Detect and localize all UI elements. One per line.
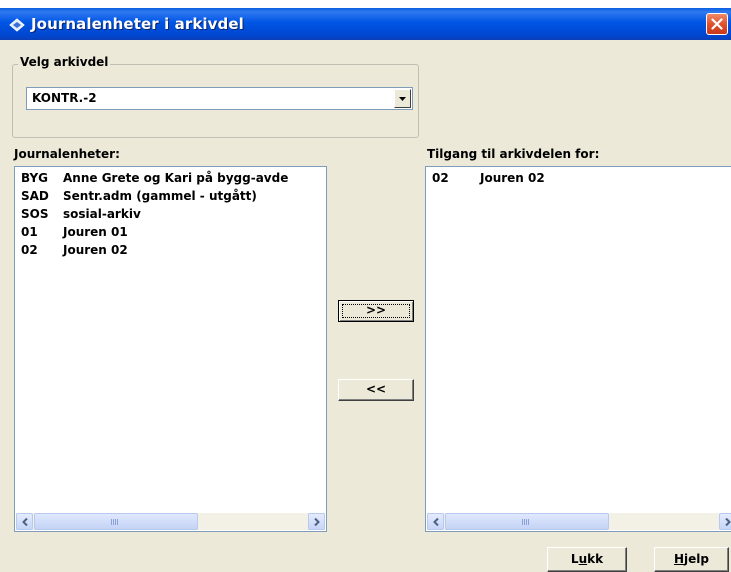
scroll-right-icon: [725, 518, 731, 526]
dialog-window: Journalenheter i arkivdel Velg arkivdel …: [0, 8, 731, 572]
help-button[interactable]: Hjelp: [654, 547, 729, 572]
item-code: SAD: [21, 189, 49, 203]
journal-units-list[interactable]: BYG Anne Grete og Kari på bygg-avde SAD Se…: [14, 166, 327, 532]
app-icon: [9, 17, 25, 32]
close-label-rest: kk: [587, 552, 604, 566]
close-button[interactable]: [706, 13, 728, 35]
item-code: SOS: [21, 207, 49, 221]
archive-group-legend: Velg arkivdel: [18, 55, 111, 69]
close-dialog-button[interactable]: Lukk: [547, 547, 627, 572]
horizontal-scrollbar[interactable]: [427, 513, 731, 530]
remove-button-label: <<: [365, 382, 387, 396]
item-name: Sentr.adm (gammel - utgått): [63, 189, 257, 203]
scroll-right-icon: [314, 518, 320, 526]
scroll-thumb[interactable]: [445, 513, 609, 530]
item-code: 02: [432, 171, 449, 185]
close-label-mnemonic: L: [570, 552, 579, 566]
title-bar[interactable]: Journalenheter i arkivdel: [0, 8, 731, 40]
add-button[interactable]: >>: [338, 300, 414, 322]
horizontal-scrollbar[interactable]: [16, 513, 325, 530]
item-code: BYG: [21, 171, 49, 185]
item-name: Anne Grete og Kari på bygg-avde: [63, 171, 289, 185]
item-code: 02: [21, 243, 38, 257]
help-label-underlined: H: [673, 552, 685, 566]
window-title: Journalenheter i arkivdel: [31, 15, 244, 33]
archive-select[interactable]: KONTR.-2: [26, 87, 413, 110]
right-list-label: Tilgang til arkivdelen for:: [427, 147, 600, 161]
item-name: sosial-arkiv: [63, 207, 141, 221]
scroll-left-icon: [433, 518, 439, 526]
archive-select-value: KONTR.-2: [32, 91, 97, 105]
dropdown-arrow-icon: [399, 97, 406, 101]
scroll-left-button[interactable]: [16, 513, 33, 530]
item-name: Jouren 02: [63, 243, 128, 257]
dropdown-button[interactable]: [394, 89, 411, 108]
left-list-label: Journalenheter:: [14, 147, 120, 161]
close-icon: [711, 18, 723, 30]
scroll-thumb[interactable]: [34, 513, 198, 530]
item-name: Jouren 01: [63, 225, 128, 239]
add-button-label: >>: [365, 303, 387, 317]
scroll-right-button[interactable]: [719, 513, 731, 530]
scroll-left-button[interactable]: [427, 513, 444, 530]
remove-button[interactable]: <<: [338, 379, 414, 401]
scroll-left-icon: [22, 518, 28, 526]
access-list[interactable]: 02 Jouren 02: [425, 166, 731, 532]
item-name: Jouren 02: [480, 171, 545, 185]
item-code: 01: [21, 225, 38, 239]
close-label-underlined: u: [578, 552, 588, 566]
help-label-rest: jelp: [684, 552, 709, 566]
scroll-right-button[interactable]: [308, 513, 325, 530]
